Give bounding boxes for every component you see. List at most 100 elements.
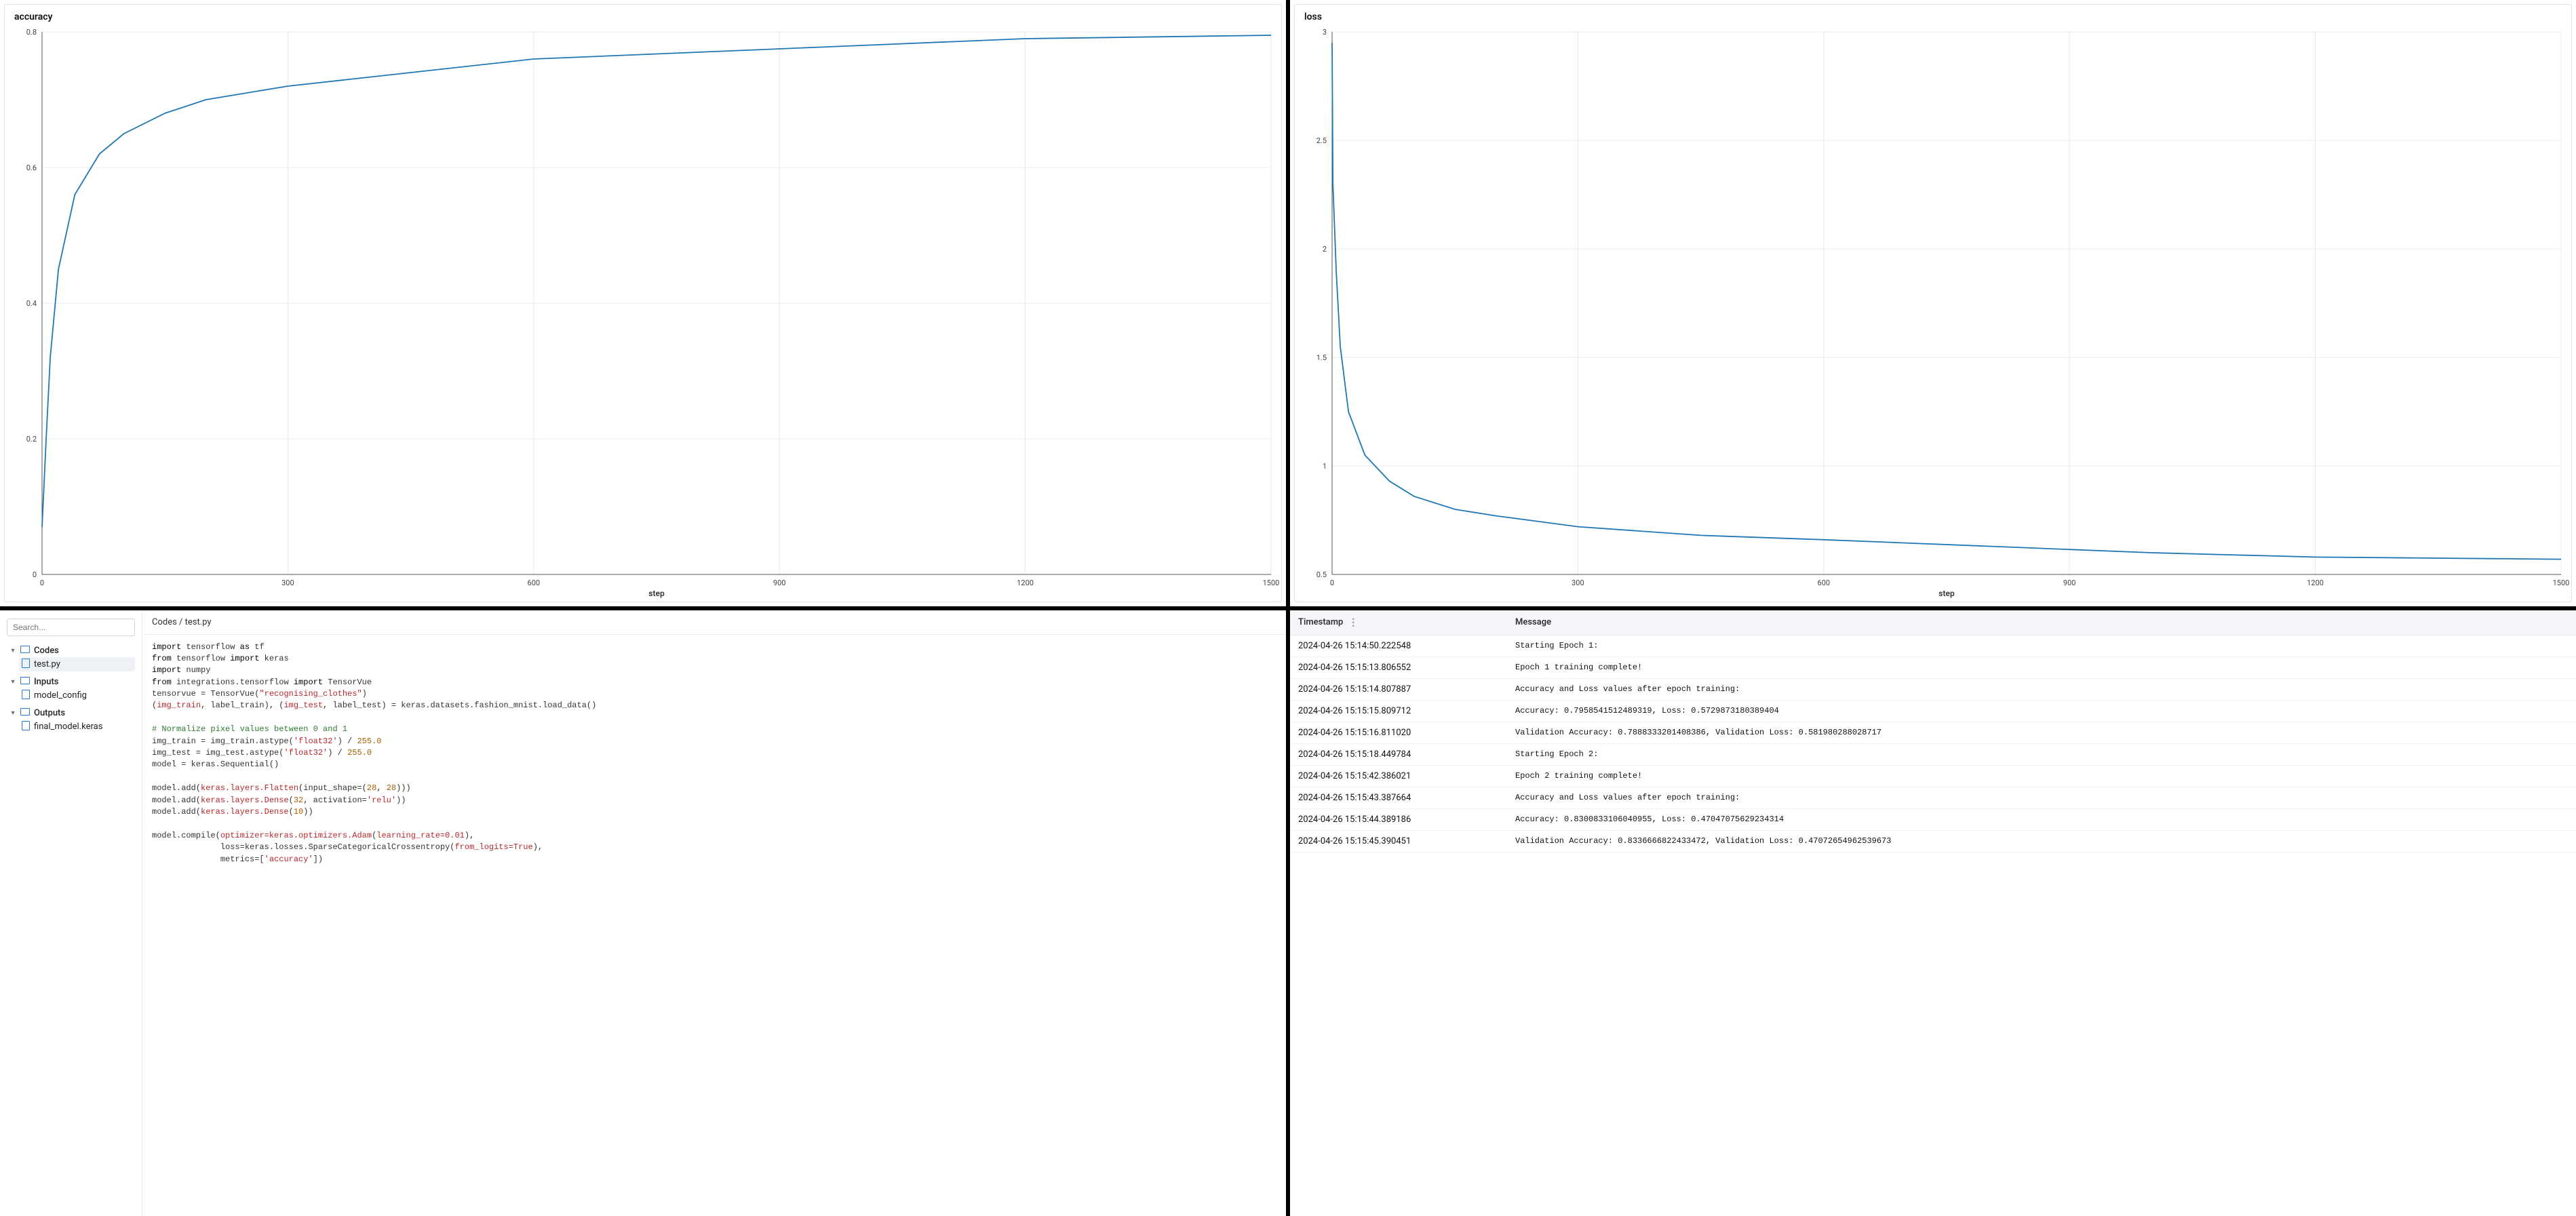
- loss-chart-card: loss 0.511.522.53030060090012001500step: [1294, 4, 2572, 602]
- file-icon: [22, 659, 30, 670]
- file-icon: [22, 721, 30, 732]
- file-sidebar: ▾ Codes test.py ▾ Inputs model_config ▾Outputs…: [0, 610, 142, 1216]
- chevron-down-icon: ▾: [9, 709, 16, 717]
- log-row[interactable]: 2024-04-26 15:15:16.811020Validation Acc…: [1290, 722, 2576, 744]
- log-row[interactable]: 2024-04-26 15:14:50.222548Starting Epoch…: [1290, 635, 2576, 657]
- svg-text:600: 600: [1818, 578, 1831, 587]
- folder-label: Codes: [34, 646, 59, 656]
- loss-chart-svg[interactable]: 0.511.522.53030060090012001500step: [1295, 25, 2571, 602]
- log-row[interactable]: 2024-04-26 15:15:14.807887Accuracy and L…: [1290, 679, 2576, 701]
- svg-text:1.5: 1.5: [1316, 353, 1327, 362]
- svg-text:1200: 1200: [1017, 578, 1034, 587]
- log-header-timestamp[interactable]: Timestamp ⋮: [1290, 610, 1507, 635]
- svg-text:0: 0: [33, 570, 37, 579]
- log-timestamp: 2024-04-26 15:15:44.389186: [1290, 809, 1507, 830]
- svg-text:900: 900: [773, 578, 786, 587]
- accuracy-chart-svg[interactable]: 00.20.40.60.8030060090012001500step: [5, 25, 1281, 602]
- log-header-ts-label: Timestamp: [1298, 617, 1343, 627]
- log-panel: Timestamp ⋮ Message 2024-04-26 15:14:50.…: [1290, 610, 2576, 1216]
- code-line: import numpy: [152, 665, 1276, 676]
- code-line: (img_train, label_train), (img_test, lab…: [152, 700, 1276, 711]
- file-item[interactable]: final_model.keras: [19, 720, 135, 734]
- log-message: Epoch 2 training complete!: [1507, 766, 2576, 787]
- svg-text:0: 0: [40, 578, 44, 587]
- folder-icon: [20, 646, 30, 656]
- svg-text:3: 3: [1323, 28, 1327, 37]
- log-row[interactable]: 2024-04-26 15:15:44.389186Accuracy: 0.83…: [1290, 809, 2576, 831]
- code-line: # Normalize pixel values between 0 and 1: [152, 724, 1276, 735]
- loss-chart-title: loss: [1295, 5, 2571, 25]
- file-label: model_config: [34, 690, 87, 701]
- log-timestamp: 2024-04-26 15:14:50.222548: [1290, 635, 1507, 656]
- log-header-msg-label: Message: [1515, 617, 1551, 627]
- svg-text:1: 1: [1323, 462, 1327, 471]
- log-row[interactable]: 2024-04-26 15:15:15.809712Accuracy: 0.79…: [1290, 701, 2576, 722]
- log-body[interactable]: 2024-04-26 15:14:50.222548Starting Epoch…: [1290, 635, 2576, 1216]
- svg-text:0.8: 0.8: [26, 28, 37, 37]
- file-icon: [22, 690, 30, 701]
- folder-codes[interactable]: ▾ Codes: [7, 644, 135, 657]
- svg-text:0.4: 0.4: [26, 299, 37, 308]
- log-message: Starting Epoch 1:: [1507, 635, 2576, 656]
- svg-text:300: 300: [281, 578, 294, 587]
- code-line: img_train = img_train.astype('float32') …: [152, 736, 1276, 747]
- folder-label: Inputs: [34, 677, 58, 687]
- log-row[interactable]: 2024-04-26 15:15:13.806552Epoch 1 traini…: [1290, 657, 2576, 679]
- log-header-message[interactable]: Message: [1507, 610, 2576, 635]
- code-viewer[interactable]: import tensorflow as tffrom tensorflow i…: [142, 635, 1286, 1216]
- log-timestamp: 2024-04-26 15:15:13.806552: [1290, 657, 1507, 678]
- log-row[interactable]: 2024-04-26 15:15:18.449784Starting Epoch…: [1290, 744, 2576, 766]
- chevron-down-icon: ▾: [9, 647, 16, 654]
- folder-icon: [20, 708, 30, 718]
- code-area: Codes / test.py import tensorflow as tff…: [142, 610, 1286, 1216]
- svg-text:300: 300: [1572, 578, 1584, 587]
- svg-text:1500: 1500: [2553, 578, 2570, 587]
- svg-text:step: step: [648, 589, 665, 598]
- svg-text:2.5: 2.5: [1316, 136, 1327, 145]
- vertical-dots-icon[interactable]: ⋮: [1348, 617, 1358, 628]
- svg-text:600: 600: [528, 578, 541, 587]
- log-row[interactable]: 2024-04-26 15:15:42.386021Epoch 2 traini…: [1290, 766, 2576, 787]
- code-line: import tensorflow as tf: [152, 642, 1276, 653]
- log-timestamp: 2024-04-26 15:15:16.811020: [1290, 722, 1507, 743]
- log-timestamp: 2024-04-26 15:15:14.807887: [1290, 679, 1507, 700]
- file-label: final_model.keras: [34, 722, 102, 732]
- file-item[interactable]: test.py: [19, 657, 135, 671]
- code-line: model.compile(optimizer=keras.optimizers…: [152, 830, 1276, 842]
- code-line: from integrations.tensorflow import Tens…: [152, 677, 1276, 688]
- file-item[interactable]: model_config: [19, 688, 135, 703]
- log-row[interactable]: 2024-04-26 15:15:43.387664Accuracy and L…: [1290, 787, 2576, 809]
- log-timestamp: 2024-04-26 15:15:43.387664: [1290, 787, 1507, 808]
- folder-outputs[interactable]: ▾Outputs: [7, 707, 135, 720]
- search-input[interactable]: [7, 619, 135, 636]
- code-line: [152, 712, 1276, 724]
- log-message: Epoch 1 training complete!: [1507, 657, 2576, 678]
- log-timestamp: 2024-04-26 15:15:42.386021: [1290, 766, 1507, 787]
- log-message: Validation Accuracy: 0.7888333201408386,…: [1507, 722, 2576, 743]
- svg-text:2: 2: [1323, 245, 1327, 254]
- accuracy-chart-card: accuracy 00.20.40.60.8030060090012001500…: [4, 4, 1282, 602]
- file-tree: ▾ Codes test.py ▾ Inputs model_config ▾Outputs…: [7, 644, 135, 734]
- svg-text:1200: 1200: [2307, 578, 2324, 587]
- log-timestamp: 2024-04-26 15:15:45.390451: [1290, 831, 1507, 852]
- log-message: Accuracy: 0.8300833106040955, Loss: 0.47…: [1507, 809, 2576, 830]
- svg-text:1500: 1500: [1263, 578, 1280, 587]
- log-header: Timestamp ⋮ Message: [1290, 610, 2576, 635]
- log-message: Accuracy: 0.7958541512489319, Loss: 0.57…: [1507, 701, 2576, 722]
- code-line: model.add(keras.layers.Flatten(input_sha…: [152, 783, 1276, 794]
- svg-text:step: step: [1938, 589, 1955, 598]
- svg-text:0.5: 0.5: [1316, 570, 1327, 579]
- loss-chart-panel: loss 0.511.522.53030060090012001500step: [1290, 0, 2576, 606]
- code-panel: ▾ Codes test.py ▾ Inputs model_config ▾Outputs…: [0, 610, 1286, 1216]
- log-message: Starting Epoch 2:: [1507, 744, 2576, 765]
- log-timestamp: 2024-04-26 15:15:15.809712: [1290, 701, 1507, 722]
- code-line: from tensorflow import keras: [152, 653, 1276, 665]
- log-row[interactable]: 2024-04-26 15:15:45.390451Validation Acc…: [1290, 831, 2576, 852]
- folder-inputs[interactable]: ▾ Inputs: [7, 675, 135, 688]
- log-message: Validation Accuracy: 0.8336666822433472,…: [1507, 831, 2576, 852]
- code-line: tensorvue = TensorVue("recognising_cloth…: [152, 688, 1276, 700]
- file-label: test.py: [34, 659, 60, 669]
- code-line: [152, 771, 1276, 783]
- chevron-down-icon: ▾: [9, 678, 16, 686]
- svg-text:0.6: 0.6: [26, 163, 37, 172]
